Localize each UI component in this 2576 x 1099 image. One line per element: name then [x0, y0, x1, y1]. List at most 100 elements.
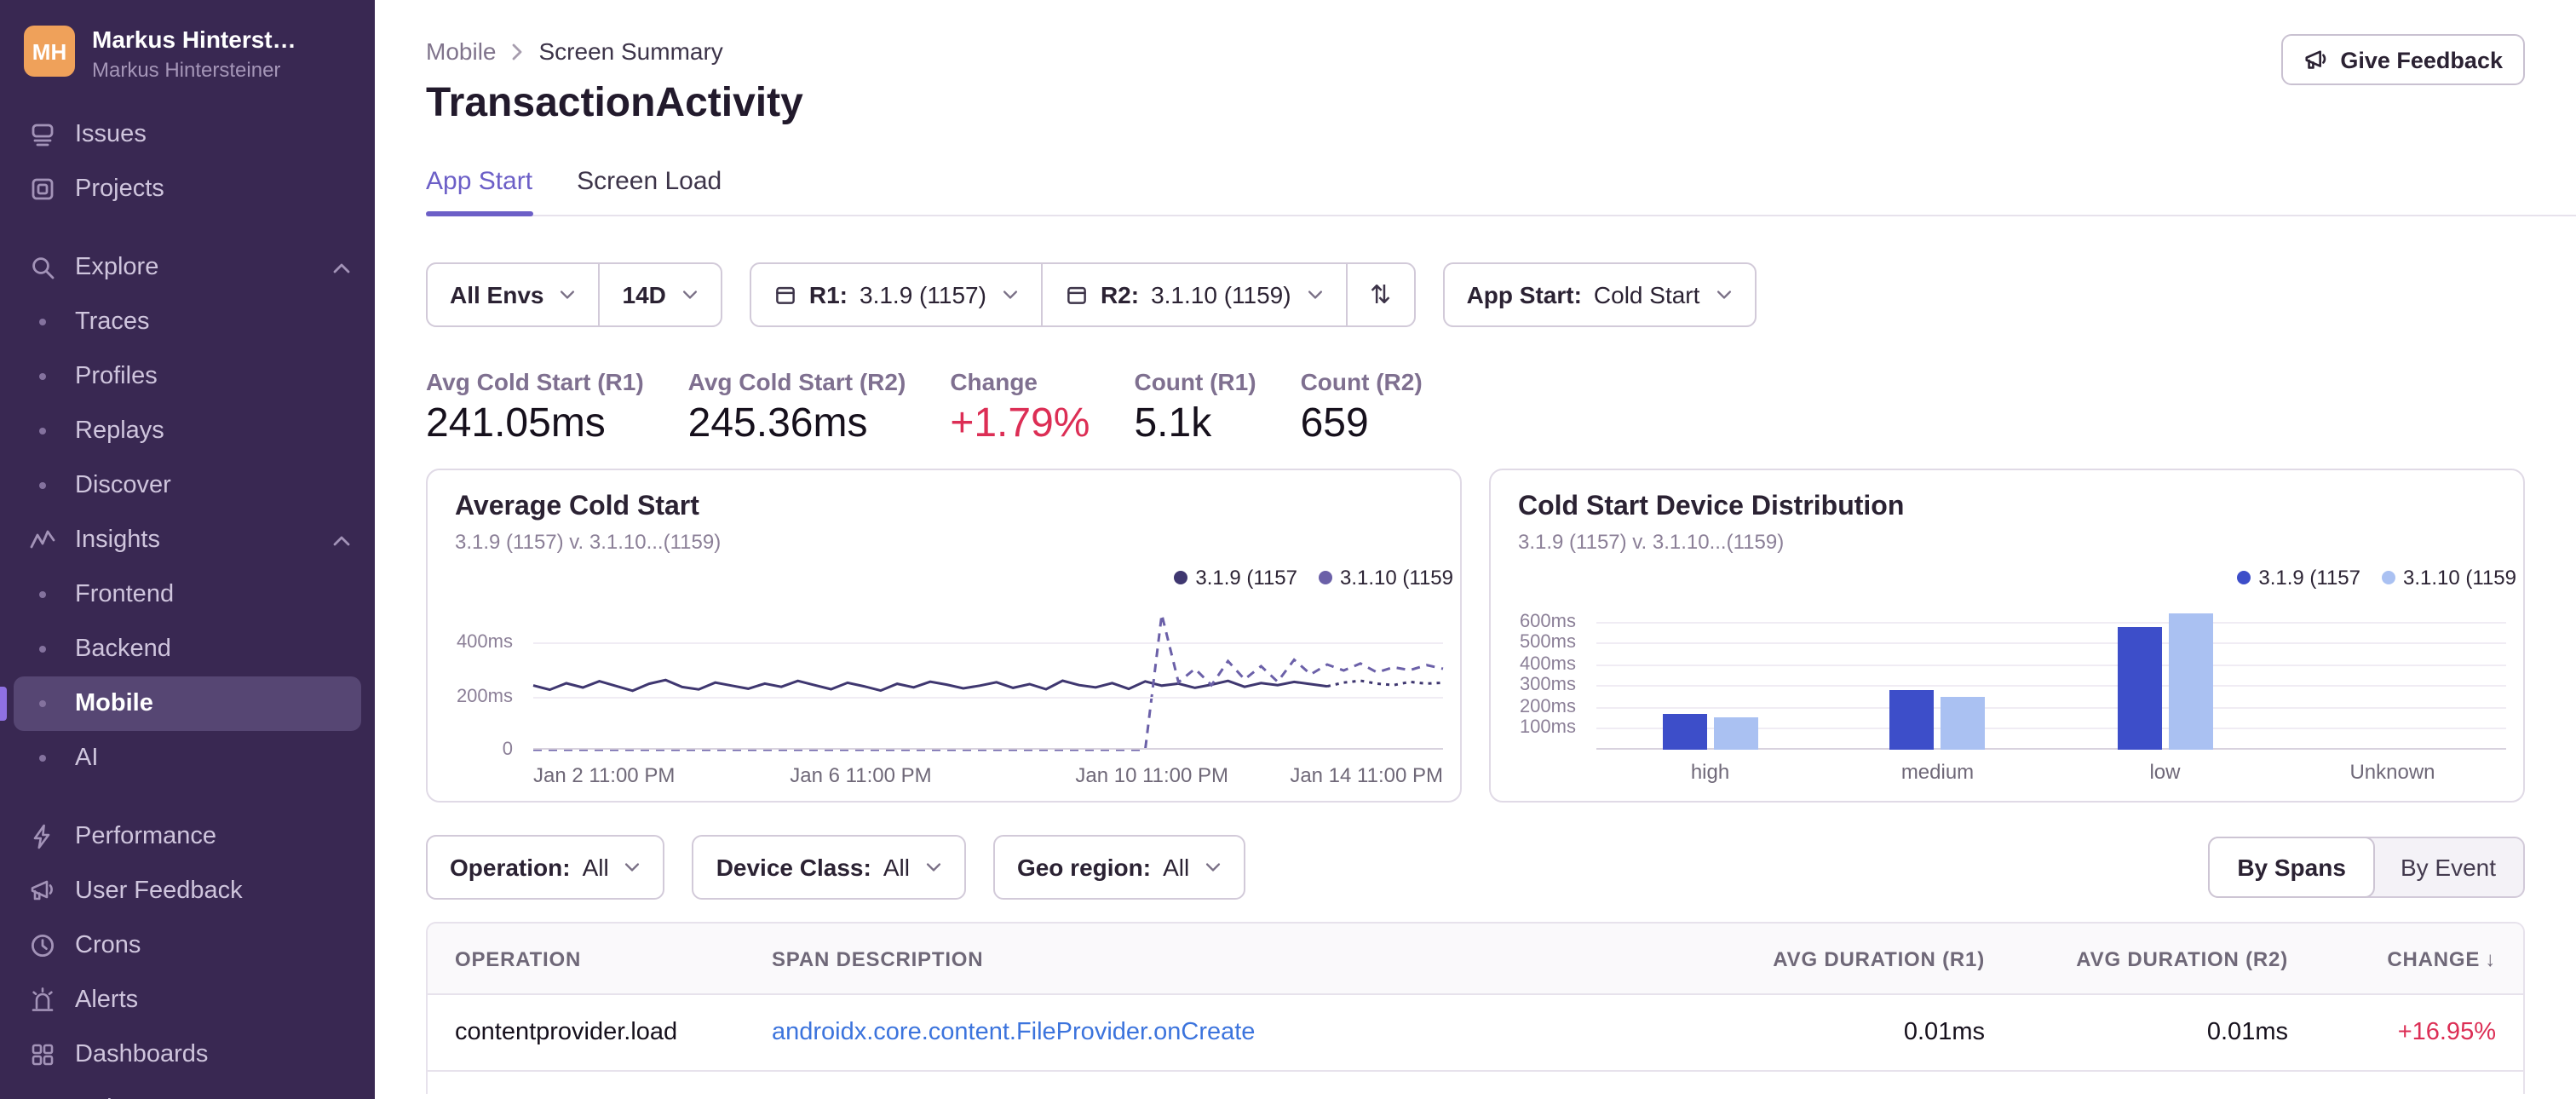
legend-item-r1[interactable]: 3.1.9 (1157 [1173, 566, 1297, 590]
sidebar-item-traces[interactable]: Traces [0, 295, 375, 349]
bullet-icon [27, 373, 58, 380]
chevron-down-icon [925, 862, 942, 872]
cell-span-description-link[interactable]: androidx.core.content.FileProvider.onCre… [772, 1019, 1682, 1046]
sidebar-item-backend[interactable]: Backend [0, 622, 375, 676]
toggle-by-event[interactable]: By Event [2373, 838, 2523, 896]
device-distribution-plot: 600ms 500ms 400ms 300ms 200ms 100ms high mediu… [1518, 600, 2506, 784]
chart-legend: 3.1.9 (1157 3.1.10 (1159 [1173, 566, 1453, 590]
sidebar-item-label: Mobile [75, 690, 153, 717]
stat-avg-cold-start-r1: Avg Cold Start (R1) 241.05ms [426, 368, 644, 448]
dashboards-icon [27, 1041, 58, 1068]
release-icon [773, 283, 797, 307]
stat-count-r1: Count (R1) 5.1k [1134, 368, 1256, 448]
legend-dot [2236, 571, 2251, 584]
sidebar-item-insights[interactable]: Insights [0, 513, 375, 567]
megaphone-icon [2303, 47, 2328, 72]
release-compare-group: R1: 3.1.9 (1157) R2: 3.1.10 (1159) ⇅ [749, 262, 1416, 327]
legend-label: 3.1.10 (1159 [2403, 566, 2516, 590]
legend-dot [1318, 571, 1331, 584]
stat-label: Avg Cold Start (R2) [687, 368, 906, 395]
org-user-menu[interactable]: MH Markus Hinterst… Markus Hintersteiner [0, 0, 375, 104]
device-distribution-card: Cold Start Device Distribution 3.1.9 (11… [1489, 469, 2525, 803]
give-feedback-button[interactable]: Give Feedback [2280, 34, 2525, 85]
stat-value: 245.36ms [687, 400, 868, 446]
sidebar-item-label: Frontend [75, 581, 175, 608]
sidebar-item-alerts[interactable]: Alerts [0, 973, 375, 1027]
chart-title: Average Cold Start [455, 492, 699, 521]
column-header-change[interactable]: CHANGE ↓ [2288, 947, 2496, 970]
sidebar-item-label: Replays [75, 417, 164, 445]
operation-filter-button[interactable]: Operation: All [428, 837, 664, 898]
insights-icon [27, 526, 58, 554]
sidebar-item-profiles[interactable]: Profiles [0, 349, 375, 404]
bullet-icon [27, 755, 58, 762]
bullet-icon [27, 482, 58, 489]
legend-item-r1[interactable]: 3.1.9 (1157 [2236, 566, 2360, 590]
spans-table: OPERATION SPAN DESCRIPTION AVG DURATION … [426, 922, 2525, 1094]
stat-label: Count (R1) [1134, 368, 1256, 395]
span-filter-bar: Operation: All Device Class: All Geo reg… [426, 835, 2525, 900]
swap-releases-button[interactable]: ⇅ [1345, 264, 1414, 325]
sidebar-item-frontend[interactable]: Frontend [0, 567, 375, 622]
release-r2-button[interactable]: R2: 3.1.10 (1159) [1040, 264, 1346, 325]
bullet-icon [27, 591, 58, 598]
column-header-avg-duration-r2[interactable]: AVG DURATION (R2) [1985, 947, 2288, 970]
user-texts: Markus Hinterst… Markus Hintersteiner [92, 26, 296, 82]
column-header-operation[interactable]: OPERATION [455, 947, 772, 970]
chevron-down-icon [1002, 290, 1019, 300]
device-class-filter-value: All [883, 854, 910, 881]
sidebar-item-label: AI [75, 745, 99, 772]
column-header-span-description[interactable]: SPAN DESCRIPTION [772, 947, 1682, 970]
geo-region-filter-group: Geo region: All [992, 835, 1246, 900]
tab-screen-load[interactable]: Screen Load [577, 167, 722, 215]
device-class-filter-label: Device Class: [716, 854, 871, 881]
geo-region-filter-button[interactable]: Geo region: All [995, 837, 1244, 898]
app-start-type-button[interactable]: App Start: Cold Start [1445, 264, 1755, 325]
app-start-group: App Start: Cold Start [1442, 262, 1757, 327]
y-axis-labels: 600ms 500ms 400ms 300ms 200ms 100ms [1519, 611, 1576, 739]
release-r1-button[interactable]: R1: 3.1.9 (1157) [751, 264, 1041, 325]
app-start-label: App Start: [1466, 281, 1582, 308]
sidebar-item-discover[interactable]: Discover [0, 458, 375, 513]
bullet-icon [27, 428, 58, 434]
breadcrumb: Mobile Screen Summary [426, 37, 2525, 65]
column-header-avg-duration-r1[interactable]: AVG DURATION (R1) [1682, 947, 1985, 970]
sidebar-item-replays[interactable]: Replays [0, 404, 375, 458]
filter-bar: All Envs 14D R1: 3.1.9 (1157) R2: 3.1.10… [426, 262, 2525, 327]
geo-region-filter-label: Geo region: [1016, 854, 1152, 881]
sidebar-item-explore[interactable]: Explore [0, 240, 375, 295]
period-filter-label: 14D [622, 281, 666, 308]
legend-item-r2[interactable]: 3.1.10 (1159 [1318, 566, 1453, 590]
legend-item-r2[interactable]: 3.1.10 (1159 [2381, 566, 2516, 590]
sidebar-item-performance[interactable]: Performance [0, 809, 375, 864]
sidebar-item-releases[interactable]: Releases [0, 1082, 375, 1099]
table-row-partial[interactable] [428, 1070, 2523, 1094]
sidebar-item-mobile[interactable]: Mobile [0, 676, 361, 731]
period-filter-button[interactable]: 14D [598, 264, 721, 325]
sidebar-item-user-feedback[interactable]: User Feedback [0, 864, 375, 918]
issues-icon [27, 121, 58, 148]
chart-subtitle: 3.1.9 (1157) v. 3.1.10...(1159) [455, 530, 722, 554]
env-filter-button[interactable]: All Envs [428, 264, 599, 325]
sidebar-item-label: Traces [75, 308, 150, 336]
sidebar-item-ai[interactable]: AI [0, 731, 375, 785]
toggle-by-spans[interactable]: By Spans [2208, 837, 2375, 898]
bullet-icon [27, 319, 58, 325]
sidebar-item-crons[interactable]: Crons [0, 918, 375, 973]
sidebar-item-label: Crons [75, 932, 141, 959]
sidebar-item-issues[interactable]: Issues [0, 107, 375, 162]
sidebar-item-label: User Feedback [75, 877, 243, 905]
main-content: Mobile Screen Summary Give Feedback Tran… [375, 0, 2576, 1099]
sidebar-item-label: Profiles [75, 363, 158, 390]
operation-filter-group: Operation: All [426, 835, 665, 900]
geo-region-filter-value: All [1163, 854, 1190, 881]
env-filter-label: All Envs [450, 281, 544, 308]
chart-subtitle: 3.1.9 (1157) v. 3.1.10...(1159) [1518, 530, 1785, 554]
sidebar-item-dashboards[interactable]: Dashboards [0, 1027, 375, 1082]
chevron-down-icon [681, 290, 699, 300]
table-row[interactable]: contentprovider.load androidx.core.conte… [428, 995, 2523, 1070]
tab-app-start[interactable]: App Start [426, 167, 532, 216]
sidebar-item-projects[interactable]: Projects [0, 162, 375, 216]
device-class-filter-button[interactable]: Device Class: All [694, 837, 964, 898]
breadcrumb-mobile[interactable]: Mobile [426, 37, 497, 65]
